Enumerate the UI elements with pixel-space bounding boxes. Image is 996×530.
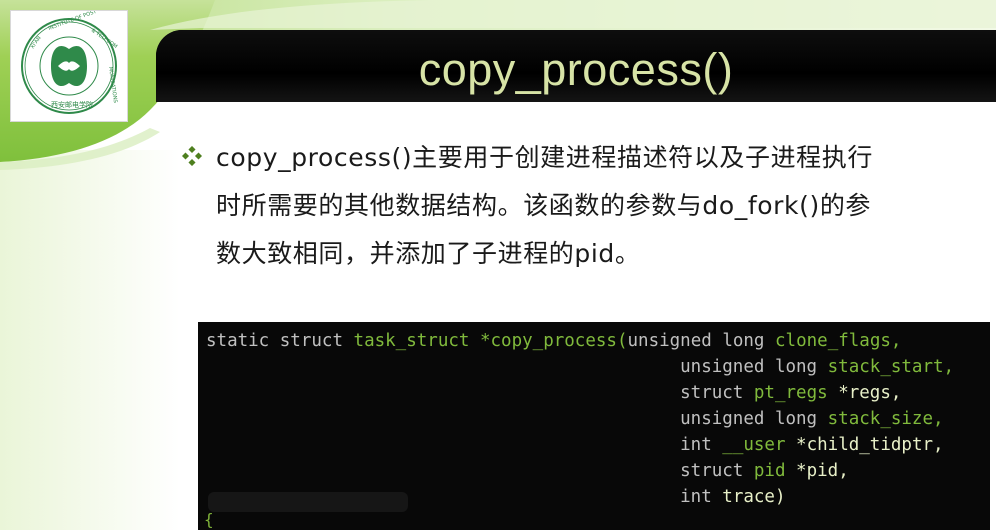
code-token: unsigned long	[680, 409, 818, 429]
code-blur	[208, 492, 408, 512]
code-token: unsigned long	[680, 357, 818, 377]
slide-title: copy_process()	[418, 44, 734, 95]
code-token: clone_flags,	[775, 331, 902, 351]
code-token: struct	[279, 331, 343, 351]
university-logo: XI'AN INSTITUTE OF POST & TELECOM MUNICA…	[10, 10, 128, 122]
code-line: int __user *child_tidptr,	[206, 432, 944, 458]
code-line: struct pid *pid,	[206, 458, 849, 484]
code-token: int	[680, 435, 712, 455]
code-token: trace)	[722, 487, 786, 507]
code-brace: {	[204, 510, 214, 529]
code-token: pid	[753, 461, 786, 481]
code-token: *copy_process(	[479, 331, 628, 351]
bullet-line: 数大致相同，并添加了子进程的pid。	[216, 239, 641, 268]
code-token: *regs,	[838, 383, 902, 403]
code-line: static struct task_struct *copy_process(…	[206, 328, 901, 354]
code-token: stack_size,	[827, 409, 944, 429]
code-token: unsigned long	[627, 331, 765, 351]
code-token: stack_start,	[827, 357, 955, 377]
university-seal-icon: XI'AN INSTITUTE OF POST & TELECOM MUNICA…	[21, 11, 118, 114]
code-token: static	[206, 331, 270, 351]
bullet-line: 时所需要的其他数据结构。该函数的参数与do_fork()的参	[216, 191, 872, 220]
diamond-bullet-icon	[182, 146, 202, 166]
code-snippet: static struct task_struct *copy_process(…	[198, 322, 990, 530]
slide: XI'AN INSTITUTE OF POST & TELECOM MUNICA…	[0, 0, 996, 530]
code-line: unsigned long stack_size,	[206, 406, 944, 432]
code-line: unsigned long stack_start,	[206, 354, 954, 380]
bullet-line: copy_process()主要用于创建进程描述符以及子进程执行	[216, 143, 873, 172]
code-token: task_struct	[353, 331, 470, 351]
svg-text:西安邮电学院: 西安邮电学院	[51, 100, 93, 109]
code-token: struct	[680, 461, 744, 481]
code-token: pt_regs	[753, 383, 828, 403]
code-token: __user	[722, 435, 786, 455]
code-token: struct	[680, 383, 744, 403]
code-token: *pid,	[796, 461, 849, 481]
code-line: struct pt_regs *regs,	[206, 380, 901, 406]
bullet-text: copy_process()主要用于创建进程描述符以及子进程执行 时所需要的其他…	[216, 134, 956, 278]
code-token: *child_tidptr,	[796, 435, 944, 455]
code-token: int	[680, 487, 712, 507]
